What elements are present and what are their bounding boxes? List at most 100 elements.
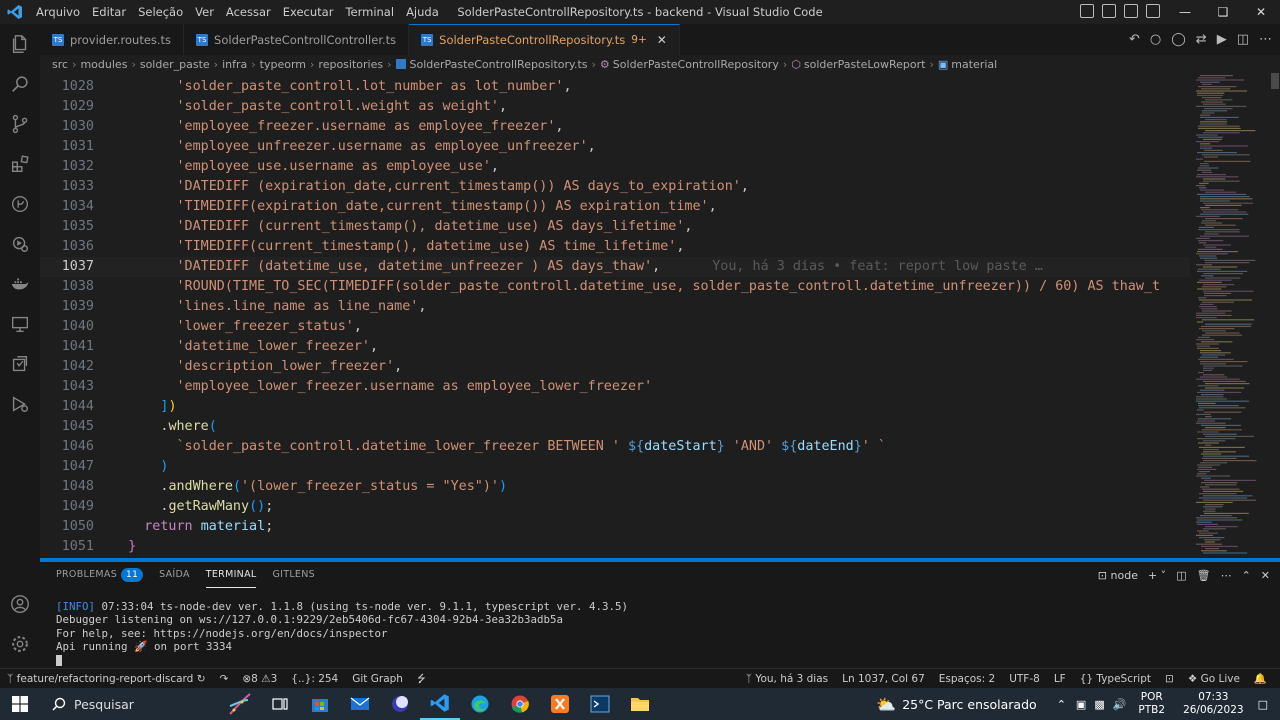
- search-icon[interactable]: [0, 64, 40, 104]
- cmd-icon[interactable]: [580, 688, 620, 720]
- close-panel-icon[interactable]: ✕: [1261, 569, 1270, 582]
- more-actions-icon[interactable]: ⋯: [1221, 569, 1232, 582]
- breadcrumb-item[interactable]: solder_paste: [140, 58, 210, 71]
- maximize-panel-icon[interactable]: ⌃: [1242, 569, 1251, 582]
- xampp-icon[interactable]: [540, 688, 580, 720]
- breadcrumb-item[interactable]: solderPasteLowReport: [804, 58, 926, 71]
- toggle-primary-sidebar-icon[interactable]: [1080, 4, 1094, 18]
- maximize-icon[interactable]: ❑: [1204, 0, 1242, 24]
- more-actions-icon[interactable]: ⋯: [1259, 32, 1272, 47]
- menu-executar[interactable]: Executar: [277, 0, 340, 24]
- tab-terminal[interactable]: TERMINAL: [205, 562, 257, 588]
- task-view-icon[interactable]: [260, 688, 300, 720]
- remote-explorer-icon[interactable]: [0, 304, 40, 344]
- gitlens-icon[interactable]: [0, 184, 40, 224]
- breadcrumb-item[interactable]: repositories: [318, 58, 383, 71]
- tab-problems[interactable]: PROBLEMAS 11: [56, 562, 144, 588]
- deploy-icon[interactable]: [0, 384, 40, 424]
- menu-editar[interactable]: Editar: [86, 0, 132, 24]
- go-back-icon[interactable]: ↶: [1129, 32, 1140, 47]
- vscode-taskbar-icon[interactable]: [420, 688, 460, 720]
- split-editor-icon[interactable]: ◫: [1237, 32, 1249, 47]
- eclipse-icon[interactable]: [380, 688, 420, 720]
- menu-ajuda[interactable]: Ajuda: [400, 0, 445, 24]
- encoding-status[interactable]: UTF-8: [1002, 669, 1047, 689]
- weather-widget[interactable]: ⛅ 25°C Parc ensolarado: [876, 695, 1036, 714]
- extensions-icon[interactable]: [0, 144, 40, 184]
- minimap[interactable]: [1192, 73, 1270, 557]
- terminal-output[interactable]: [INFO] 07:33:04 ts-node-dev ver. 1.1.8 (…: [56, 600, 628, 667]
- live-share-icon[interactable]: ↷: [213, 669, 236, 689]
- git-graph-button[interactable]: Git Graph: [345, 669, 410, 689]
- split-terminal-icon[interactable]: ◫: [1176, 569, 1186, 582]
- customize-layout-icon[interactable]: [1146, 4, 1160, 18]
- taskbar-search[interactable]: Pesquisar: [40, 688, 220, 720]
- go-live-button[interactable]: ❖ Go Live: [1181, 669, 1247, 689]
- scrollbar-thumb[interactable]: [1271, 73, 1279, 89]
- open-changes-icon[interactable]: ⇄: [1196, 32, 1207, 47]
- docker-icon[interactable]: [0, 264, 40, 304]
- trash-icon[interactable]: 🗑: [1197, 569, 1211, 582]
- minimize-icon[interactable]: —: [1166, 0, 1204, 24]
- git-history-icon[interactable]: ○: [1150, 32, 1161, 47]
- toggle-panel-icon[interactable]: [1102, 4, 1116, 18]
- file-explorer-icon[interactable]: [620, 688, 660, 720]
- run-icon[interactable]: ▶: [1217, 32, 1227, 47]
- toggle-secondary-sidebar-icon[interactable]: [1124, 4, 1138, 18]
- close-window-icon[interactable]: ✕: [1242, 0, 1280, 24]
- notification-center-icon[interactable]: □: [1258, 698, 1268, 711]
- clock[interactable]: 07:33 26/06/2023: [1183, 691, 1244, 717]
- branch-status[interactable]: ᛉ feature/refactoring-report-discard ↻: [0, 669, 213, 689]
- code-editor[interactable]: 1028 'solder_paste_controll.lot_number a…: [40, 77, 1190, 557]
- indentation-status[interactable]: Espaços: 2: [932, 669, 1002, 689]
- breadcrumb-item[interactable]: modules: [80, 58, 127, 71]
- eol-status[interactable]: LF: [1047, 669, 1073, 689]
- testing-icon[interactable]: [0, 344, 40, 384]
- breadcrumb-item[interactable]: infra: [222, 58, 247, 71]
- selection-status[interactable]: {..}: 254: [284, 669, 345, 689]
- problems-status[interactable]: ⊗8 ⚠3: [235, 669, 284, 689]
- edge-icon[interactable]: [460, 688, 500, 720]
- tab-provider-routes[interactable]: TS provider.routes.ts: [40, 24, 185, 55]
- close-tab-icon[interactable]: ✕: [657, 33, 667, 47]
- microsoft-store-icon[interactable]: [300, 688, 340, 720]
- accounts-icon[interactable]: [0, 584, 40, 624]
- dna-widget-icon[interactable]: [220, 688, 260, 720]
- editor-scrollbar[interactable]: [1270, 73, 1280, 557]
- terminal-selector[interactable]: ⊡ node: [1098, 569, 1138, 582]
- security-icon[interactable]: ▣: [1076, 698, 1086, 711]
- menu-acessar[interactable]: Acessar: [220, 0, 277, 24]
- show-hidden-icons-icon[interactable]: ⌃: [1057, 698, 1066, 711]
- breadcrumb-item[interactable]: typeorm: [260, 58, 306, 71]
- feedback-icon[interactable]: ⊡: [1158, 669, 1181, 689]
- tab-controller[interactable]: TS SolderPasteControllController.ts: [184, 24, 410, 55]
- volume-icon[interactable]: 🔊: [1113, 698, 1127, 711]
- new-terminal-icon[interactable]: + ˅: [1148, 569, 1166, 582]
- notifications-icon[interactable]: 🔔: [1247, 669, 1274, 689]
- compare-icon[interactable]: ◯: [1171, 32, 1186, 47]
- language-indicator[interactable]: POR PTB2: [1138, 691, 1165, 717]
- breadcrumb-item[interactable]: material: [951, 58, 997, 71]
- tab-gitlens[interactable]: GITLENS: [272, 562, 315, 588]
- blame-status[interactable]: ᛉ You, há 3 dias: [739, 669, 835, 689]
- mail-icon[interactable]: [340, 688, 380, 720]
- tab-repository[interactable]: TS SolderPasteControllRepository.ts 9+ ✕: [409, 24, 680, 55]
- cursor-position[interactable]: Ln 1037, Col 67: [835, 669, 932, 689]
- network-icon[interactable]: ▩: [1094, 698, 1104, 711]
- lightning-icon[interactable]: ⭍: [410, 669, 433, 689]
- windows-start-icon[interactable]: [0, 688, 40, 720]
- menu-terminal[interactable]: Terminal: [339, 0, 400, 24]
- breadcrumb-item[interactable]: src: [52, 58, 68, 71]
- tab-output[interactable]: SAÍDA: [159, 562, 190, 588]
- breadcrumb-item[interactable]: SolderPasteControllRepository.ts: [410, 58, 588, 71]
- explorer-icon[interactable]: [0, 24, 40, 64]
- breadcrumb-item[interactable]: SolderPasteControllRepository: [613, 58, 779, 71]
- language-mode[interactable]: {} TypeScript: [1073, 669, 1158, 689]
- source-control-icon[interactable]: [0, 104, 40, 144]
- menu-ver[interactable]: Ver: [189, 0, 220, 24]
- gear-icon[interactable]: [0, 624, 40, 664]
- menu-arquivo[interactable]: Arquivo: [30, 0, 86, 24]
- chrome-icon[interactable]: [500, 688, 540, 720]
- run-debug-icon[interactable]: [0, 224, 40, 264]
- menu-selecao[interactable]: Seleção: [132, 0, 189, 24]
